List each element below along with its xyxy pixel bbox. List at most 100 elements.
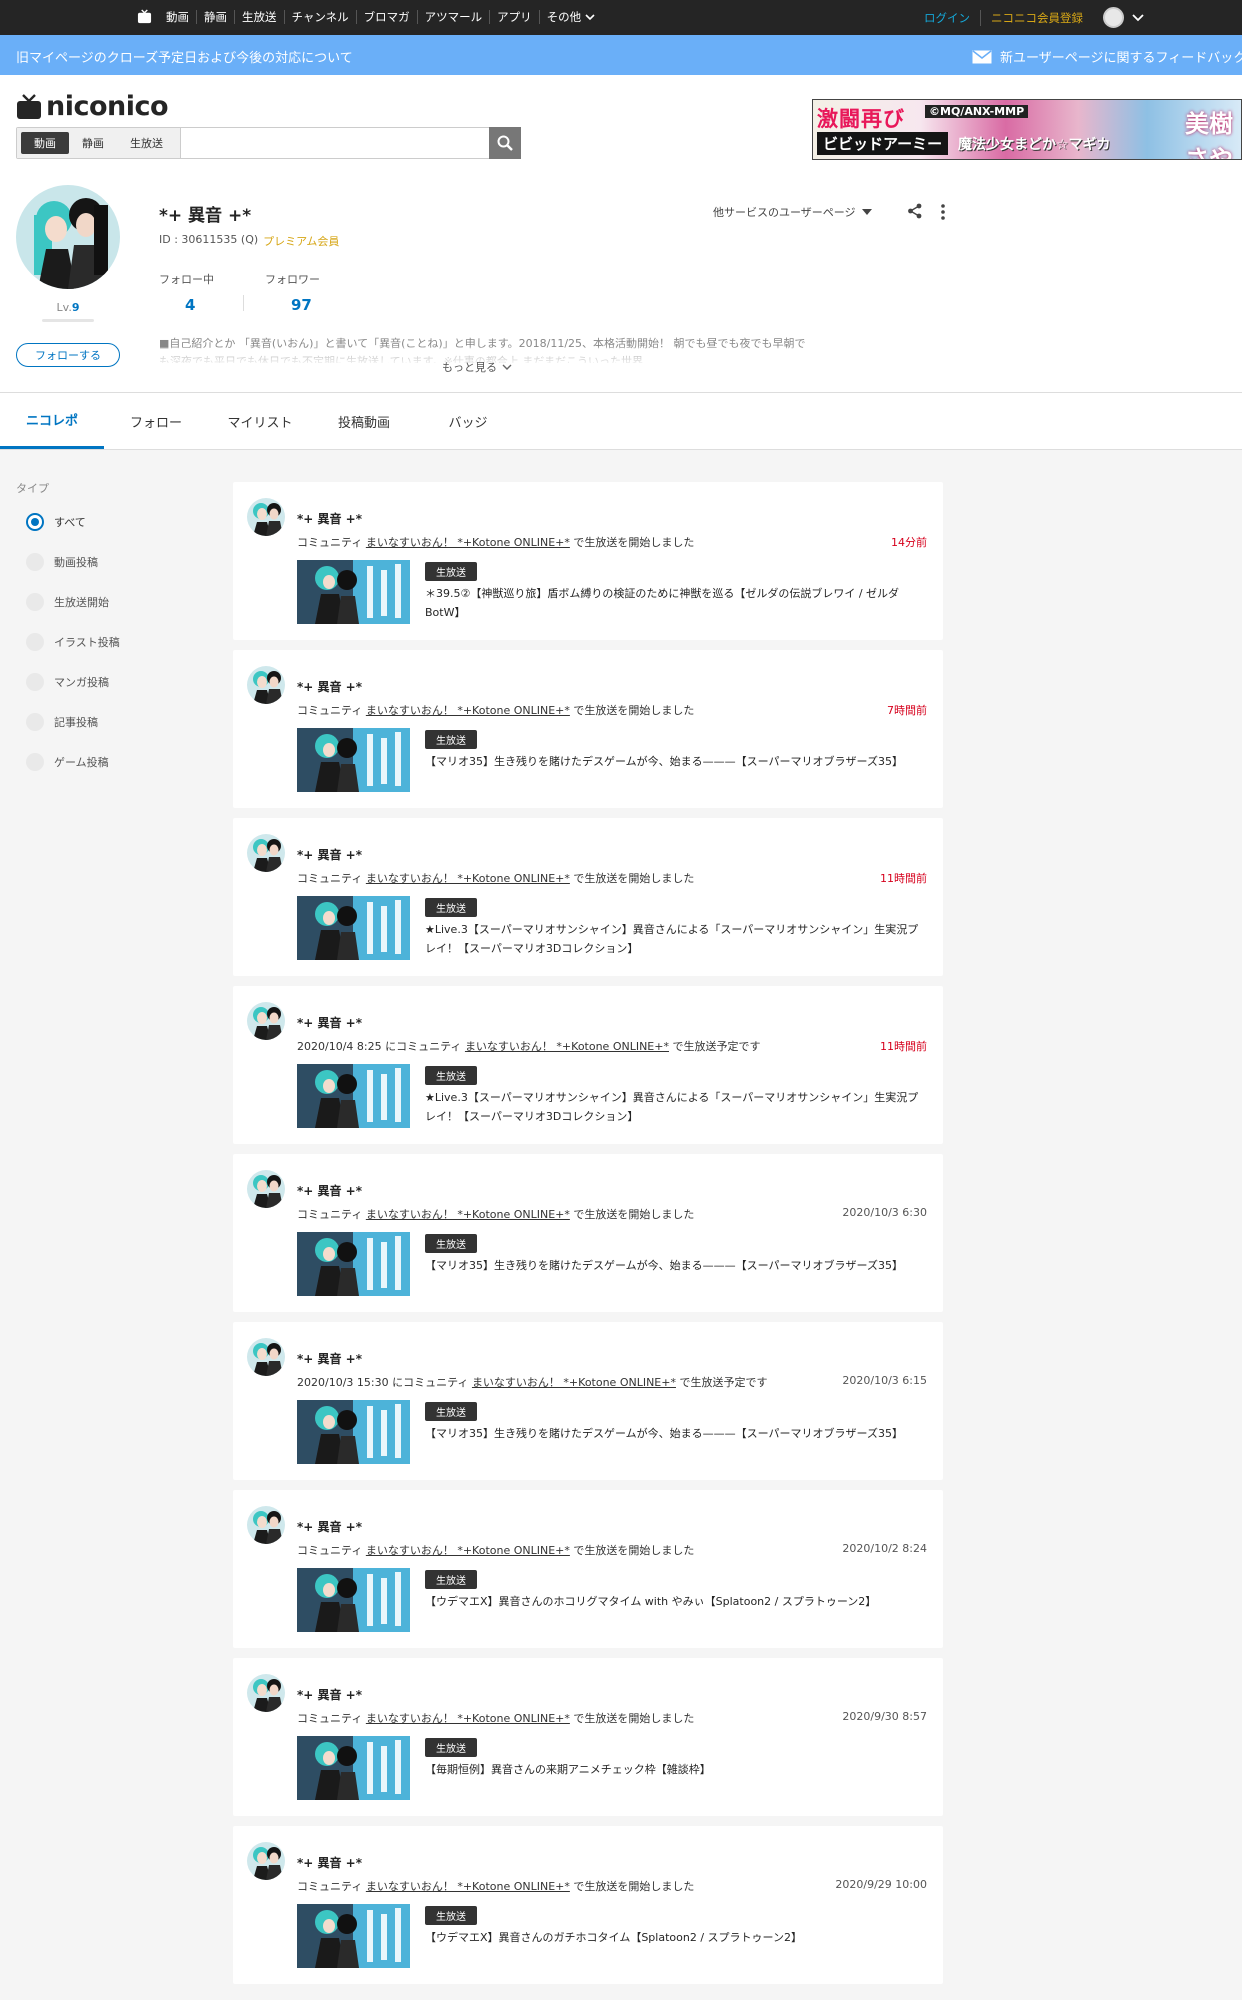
community-link[interactable]: まいなすいおん！ *+Kotone ONLINE+* — [366, 1880, 570, 1893]
feed-item-user-name[interactable]: *+ 異音 +* — [297, 1182, 362, 1199]
filter-option-game[interactable]: ゲーム投稿 — [16, 742, 120, 782]
live-title[interactable]: 【ウデマエX】異音さんのホコリグマタイム with やみぃ【Splatoon2 … — [425, 1592, 927, 1611]
follow-counts: フォロー中 4 フォロワー 97 — [159, 271, 371, 314]
user-avatar-icon[interactable] — [1103, 7, 1124, 28]
search-bar: 動画 静画 生放送 — [16, 127, 521, 159]
more-options-icon[interactable] — [940, 203, 946, 221]
other-services-dropdown[interactable]: 他サービスのユーザーページ — [713, 204, 872, 220]
feed-item-avatar[interactable] — [247, 1170, 285, 1208]
register-link[interactable]: ニコニコ会員登録 — [981, 10, 1093, 26]
niconico-logo[interactable]: niconico — [16, 91, 169, 122]
filter-option-video[interactable]: 動画投稿 — [16, 542, 120, 582]
community-link[interactable]: まいなすいおん！ *+Kotone ONLINE+* — [366, 872, 570, 885]
feed-item-user-name[interactable]: *+ 異音 +* — [297, 1686, 362, 1703]
feed-item-time: 2020/10/2 8:24 — [842, 1542, 927, 1555]
live-title[interactable]: 【ウデマエX】異音さんのガチホコタイム【Splatoon2 / スプラトゥーン2… — [425, 1928, 927, 1947]
feed-item: *+ 異音 +* コミュニティ まいなすいおん！ *+Kotone ONLINE… — [233, 1826, 943, 1984]
live-thumbnail[interactable] — [297, 1568, 410, 1632]
feed-item-avatar[interactable] — [247, 1674, 285, 1712]
community-link[interactable]: まいなすいおん！ *+Kotone ONLINE+* — [366, 1544, 570, 1557]
login-link[interactable]: ログイン — [924, 9, 981, 26]
feed-item-avatar[interactable] — [247, 1338, 285, 1376]
gnav-link-atsumaru[interactable]: アツマール — [416, 10, 490, 24]
feed-item-time: 14分前 — [891, 536, 927, 549]
gnav-link-video[interactable]: 動画 — [158, 10, 196, 24]
gnav-more-menu[interactable]: その他 — [538, 10, 603, 24]
search-button[interactable] — [489, 127, 521, 159]
feed-item-avatar[interactable] — [247, 1842, 285, 1880]
share-icon[interactable] — [907, 203, 923, 219]
ad-banner[interactable]: 激闘再び ©MQ/ANX-MMP ビビッドアーミー 魔法少女まどか☆マギカ 美樹… — [812, 99, 1242, 160]
feed-item-user-name[interactable]: *+ 異音 +* — [297, 510, 362, 527]
filter-option-illust[interactable]: イラスト投稿 — [16, 622, 120, 662]
following-count[interactable]: フォロー中 4 — [159, 271, 265, 314]
live-title[interactable]: 【マリオ35】生き残りを賭けたデスゲームが今、始まる———【スーパーマリオブラザ… — [425, 752, 927, 771]
feed-item-avatar[interactable] — [247, 498, 285, 536]
community-link[interactable]: まいなすいおん！ *+Kotone ONLINE+* — [366, 536, 570, 549]
live-title[interactable]: ★Live.3【スーパーマリオサンシャイン】異音さんによる「スーパーマリオサンシ… — [425, 1088, 927, 1126]
live-badge: 生放送 — [425, 730, 477, 749]
feed-item-avatar[interactable] — [247, 1506, 285, 1544]
feed-item-time: 2020/9/30 8:57 — [842, 1710, 927, 1723]
caret-down-icon — [861, 209, 872, 215]
followers-count[interactable]: フォロワー 97 — [265, 271, 371, 314]
live-thumbnail[interactable] — [297, 1064, 410, 1128]
feed-item-avatar[interactable] — [247, 1002, 285, 1040]
tab-mylist[interactable]: マイリスト — [208, 393, 312, 449]
live-title[interactable]: 【毎期恒例】異音さんの来期アニメチェック枠【雑談枠】 — [425, 1760, 927, 1779]
filter-option-live[interactable]: 生放送開始 — [16, 582, 120, 622]
live-title[interactable]: 【マリオ35】生き残りを賭けたデスゲームが今、始まる———【スーパーマリオブラザ… — [425, 1424, 927, 1443]
tab-badges[interactable]: バッジ — [416, 393, 520, 449]
niconico-logo-tv-icon — [17, 93, 41, 119]
gnav-link-channel[interactable]: チャンネル — [283, 10, 356, 24]
search-type-video[interactable]: 動画 — [21, 132, 69, 154]
feed-item: *+ 異音 +* コミュニティ まいなすいおん！ *+Kotone ONLINE… — [233, 1490, 943, 1648]
niconico-tv-icon[interactable] — [137, 9, 152, 24]
community-link[interactable]: まいなすいおん！ *+Kotone ONLINE+* — [366, 1712, 570, 1725]
gnav-link-blomaga[interactable]: ブロマガ — [355, 10, 417, 24]
live-thumbnail[interactable] — [297, 1400, 410, 1464]
live-thumbnail[interactable] — [297, 1904, 410, 1968]
live-thumbnail[interactable] — [297, 728, 410, 792]
feed-item-user-name[interactable]: *+ 異音 +* — [297, 1854, 362, 1871]
feed-item-user-name[interactable]: *+ 異音 +* — [297, 678, 362, 695]
filter-option-article[interactable]: 記事投稿 — [16, 702, 120, 742]
live-title[interactable]: 【マリオ35】生き残りを賭けたデスゲームが今、始まる———【スーパーマリオブラザ… — [425, 1256, 927, 1275]
search-input[interactable] — [181, 128, 489, 158]
search-type-live[interactable]: 生放送 — [117, 132, 176, 154]
radio-icon — [26, 753, 44, 771]
global-nav-links: 動画 静画 生放送 チャンネル ブロマガ アツマール アプリ その他 — [158, 10, 602, 24]
feed-item-user-name[interactable]: *+ 異音 +* — [297, 1014, 362, 1031]
live-thumbnail[interactable] — [297, 560, 410, 624]
feedback-link[interactable]: 新ユーザーページに関するフィードバック — [972, 47, 1242, 66]
feed-item-avatar[interactable] — [247, 666, 285, 704]
feed-item-avatar[interactable] — [247, 834, 285, 872]
account-menu-chevron-icon[interactable] — [1132, 13, 1144, 22]
notice-closure-link[interactable]: 旧マイページのクローズ予定日および今後の対応について — [16, 47, 353, 66]
filter-option-label: すべて — [54, 516, 86, 529]
live-thumbnail[interactable] — [297, 1232, 410, 1296]
filter-option-manga[interactable]: マンガ投稿 — [16, 662, 120, 702]
live-thumbnail[interactable] — [297, 1736, 410, 1800]
tab-nicorepo[interactable]: ニコレポ — [0, 393, 104, 449]
feed-item-user-name[interactable]: *+ 異音 +* — [297, 846, 362, 863]
filter-option-all[interactable]: すべて — [16, 502, 120, 542]
community-link[interactable]: まいなすいおん！ *+Kotone ONLINE+* — [366, 704, 570, 717]
live-title[interactable]: ★Live.3【スーパーマリオサンシャイン】異音さんによる「スーパーマリオサンシ… — [425, 920, 927, 958]
show-more-button[interactable]: もっと見る — [442, 359, 512, 375]
live-title[interactable]: ＊39.5②【神獣巡り旅】盾ボム縛りの検証のために神獣を巡る【ゼルダの伝説ブレワ… — [425, 584, 927, 622]
community-link[interactable]: まいなすいおん！ *+Kotone ONLINE+* — [465, 1040, 669, 1053]
gnav-link-seiga[interactable]: 静画 — [196, 10, 234, 24]
gnav-link-app[interactable]: アプリ — [489, 10, 539, 24]
community-link[interactable]: まいなすいおん！ *+Kotone ONLINE+* — [472, 1376, 676, 1389]
follow-button[interactable]: フォローする — [16, 343, 120, 367]
gnav-link-live[interactable]: 生放送 — [234, 10, 284, 24]
feed-item-user-name[interactable]: *+ 異音 +* — [297, 1350, 362, 1367]
tab-videos[interactable]: 投稿動画 — [312, 393, 416, 449]
tab-follow[interactable]: フォロー — [104, 393, 208, 449]
level-progress-bar — [42, 319, 94, 322]
community-link[interactable]: まいなすいおん！ *+Kotone ONLINE+* — [366, 1208, 570, 1221]
search-type-seiga[interactable]: 静画 — [69, 132, 117, 154]
live-thumbnail[interactable] — [297, 896, 410, 960]
feed-item-user-name[interactable]: *+ 異音 +* — [297, 1518, 362, 1535]
